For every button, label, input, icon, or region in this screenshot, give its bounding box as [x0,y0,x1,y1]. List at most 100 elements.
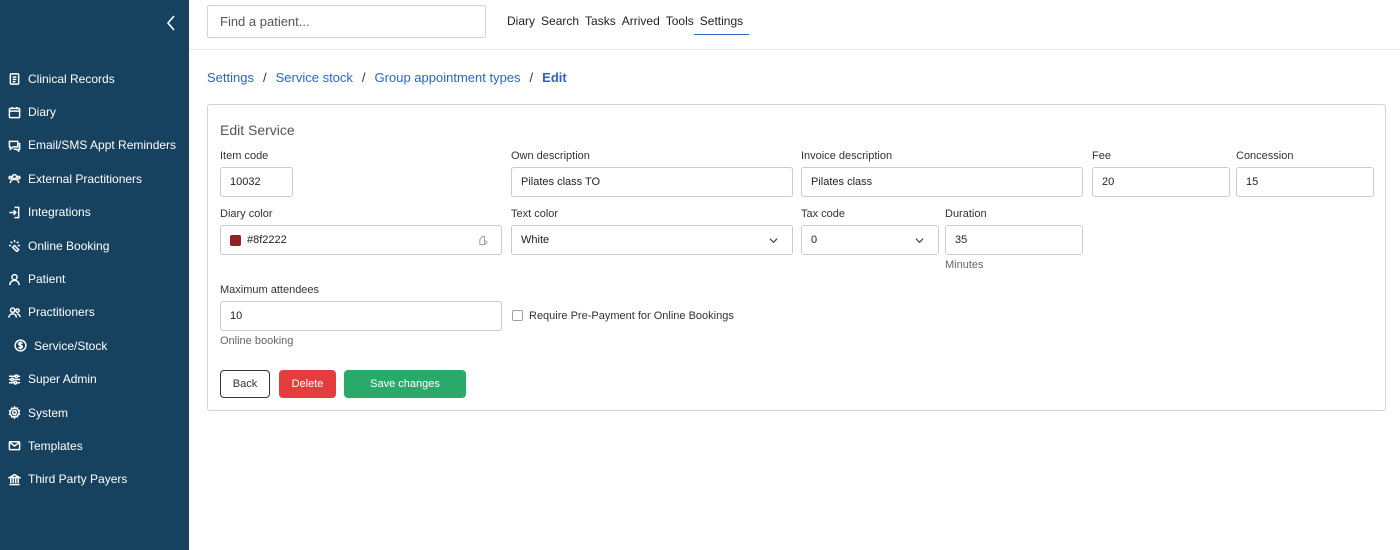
sidebar-item-label: Diary [28,105,57,120]
top-nav-search[interactable]: Search [541,14,579,35]
text-color-value: White [521,234,550,246]
tax-code-value: 0 [811,234,818,246]
breadcrumb-separator: / [262,70,267,85]
topbar: Diary Search Tasks Arrived Tools Setting… [189,0,1400,50]
invoice-description-value: Pilates class [811,176,873,188]
breadcrumb: Settings / Service stock / Group appoint… [207,70,567,85]
chevron-left-icon[interactable] [164,14,178,32]
item-code-value: 10032 [230,176,261,188]
edit-service-card: Edit Service Item code 10032 Own descrip… [207,104,1386,411]
sidebar-item-label: Templates [28,438,83,453]
users-external-icon [8,172,21,185]
diary-color-value: #8f2222 [247,234,287,246]
sidebar-item-templates[interactable]: Templates [0,429,189,462]
breadcrumb-service-stock[interactable]: Service stock [276,70,353,85]
delete-button[interactable]: Delete [279,370,336,398]
calendar-icon [8,106,21,119]
top-nav-settings[interactable]: Settings [693,14,750,35]
breadcrumb-settings[interactable]: Settings [207,70,254,85]
patient-search-input[interactable] [207,5,486,38]
own-description-input[interactable]: Pilates class TO [511,167,793,197]
sidebar-item-online-booking[interactable]: Online Booking [0,229,189,262]
save-changes-button[interactable]: Save changes [344,370,466,398]
sidebar-item-label: System [28,405,69,420]
top-nav: Diary Search Tasks Arrived Tools Setting… [507,14,755,35]
concession-value: 15 [1246,176,1259,188]
sidebar-item-patient[interactable]: Patient [0,262,189,295]
breadcrumb-separator: / [529,70,534,85]
item-code-input[interactable]: 10032 [220,167,293,197]
sidebar-item-super-admin[interactable]: Super Admin [0,363,189,396]
sidebar-item-email-sms-reminders[interactable]: Email/SMS Appt Reminders [0,129,189,162]
sidebar-item-practitioners[interactable]: Practitioners [0,296,189,329]
sidebar-item-diary[interactable]: Diary [0,95,189,128]
mail-icon [8,439,21,452]
text-color-label: Text color [511,208,559,220]
sidebar-item-label: Super Admin [28,372,97,387]
sidebar-item-service-stock[interactable]: Service/Stock [0,329,189,362]
sidebar-item-label: Service/Stock [34,338,108,353]
duration-label: Duration [945,208,987,220]
invoice-description-input[interactable]: Pilates class [801,167,1083,197]
item-code-label: Item code [220,150,269,162]
breadcrumb-separator: / [361,70,366,85]
tax-code-label: Tax code [801,208,846,220]
sidebar-item-label: Patient [28,272,66,287]
text-color-select[interactable]: White [511,225,793,255]
sidebar-item-label: External Practitioners [28,171,143,186]
sidebar-item-label: Practitioners [28,305,95,320]
concession-input[interactable]: 15 [1236,167,1374,197]
top-nav-tasks[interactable]: Tasks [585,14,616,35]
sidebar-item-clinical-records[interactable]: Clinical Records [0,62,189,95]
concession-label: Concession [1236,150,1294,162]
sidebar-item-third-party-payers[interactable]: Third Party Payers [0,463,189,496]
card-title: Edit Service [220,122,295,138]
diary-color-input[interactable]: #8f2222 [220,225,502,255]
fee-value: 20 [1102,176,1115,188]
chevron-down-icon [769,238,778,244]
duration-helper: Minutes [945,259,984,271]
sliders-icon [8,373,21,386]
sidebar-nav: Clinical Records Diary Email/SMS Appt Re… [0,62,189,496]
color-picker-icon[interactable] [478,235,489,246]
sidebar-item-label: Email/SMS Appt Reminders [28,138,177,153]
max-attendees-input[interactable]: 10 [220,301,502,331]
sidebar-item-label: Third Party Payers [28,472,128,487]
max-attendees-label: Maximum attendees [220,284,320,296]
diary-color-label: Diary color [220,208,273,220]
top-nav-arrived[interactable]: Arrived [622,14,660,35]
breadcrumb-group-appointment-types[interactable]: Group appointment types [375,70,521,85]
fee-input[interactable]: 20 [1092,167,1230,197]
sidebar-item-label: Integrations [28,205,91,220]
invoice-description-label: Invoice description [801,150,893,162]
login-icon [8,206,21,219]
own-description-label: Own description [511,150,590,162]
duration-input[interactable]: 35 [945,225,1083,255]
tax-code-select[interactable]: 0 [801,225,939,255]
bank-icon [8,473,21,486]
max-attendees-helper: Online booking [220,335,294,347]
fee-label: Fee [1092,150,1111,162]
chevron-down-icon [915,238,924,244]
prepayment-checkbox[interactable] [512,310,523,321]
diary-color-swatch [230,234,241,246]
dollar-circle-icon [14,339,27,352]
own-description-value: Pilates class TO [521,176,601,188]
top-nav-diary[interactable]: Diary [507,14,535,35]
prepayment-label: Require Pre-Payment for Online Bookings [529,310,734,322]
back-button[interactable]: Back [220,370,270,398]
top-nav-tools[interactable]: Tools [666,14,694,35]
sidebar-item-integrations[interactable]: Integrations [0,196,189,229]
chat-icon [8,139,21,152]
clipboard-icon [8,72,21,86]
sidebar-item-external-practitioners[interactable]: External Practitioners [0,162,189,195]
max-attendees-value: 10 [230,310,243,322]
people-icon [8,306,21,319]
sidebar-item-label: Clinical Records [28,71,115,86]
breadcrumb-current: Edit [542,70,567,85]
person-icon [8,273,21,286]
sidebar: Clinical Records Diary Email/SMS Appt Re… [0,0,189,550]
sidebar-item-system[interactable]: System [0,396,189,429]
gear-icon [8,406,21,420]
duration-value: 35 [955,234,968,246]
